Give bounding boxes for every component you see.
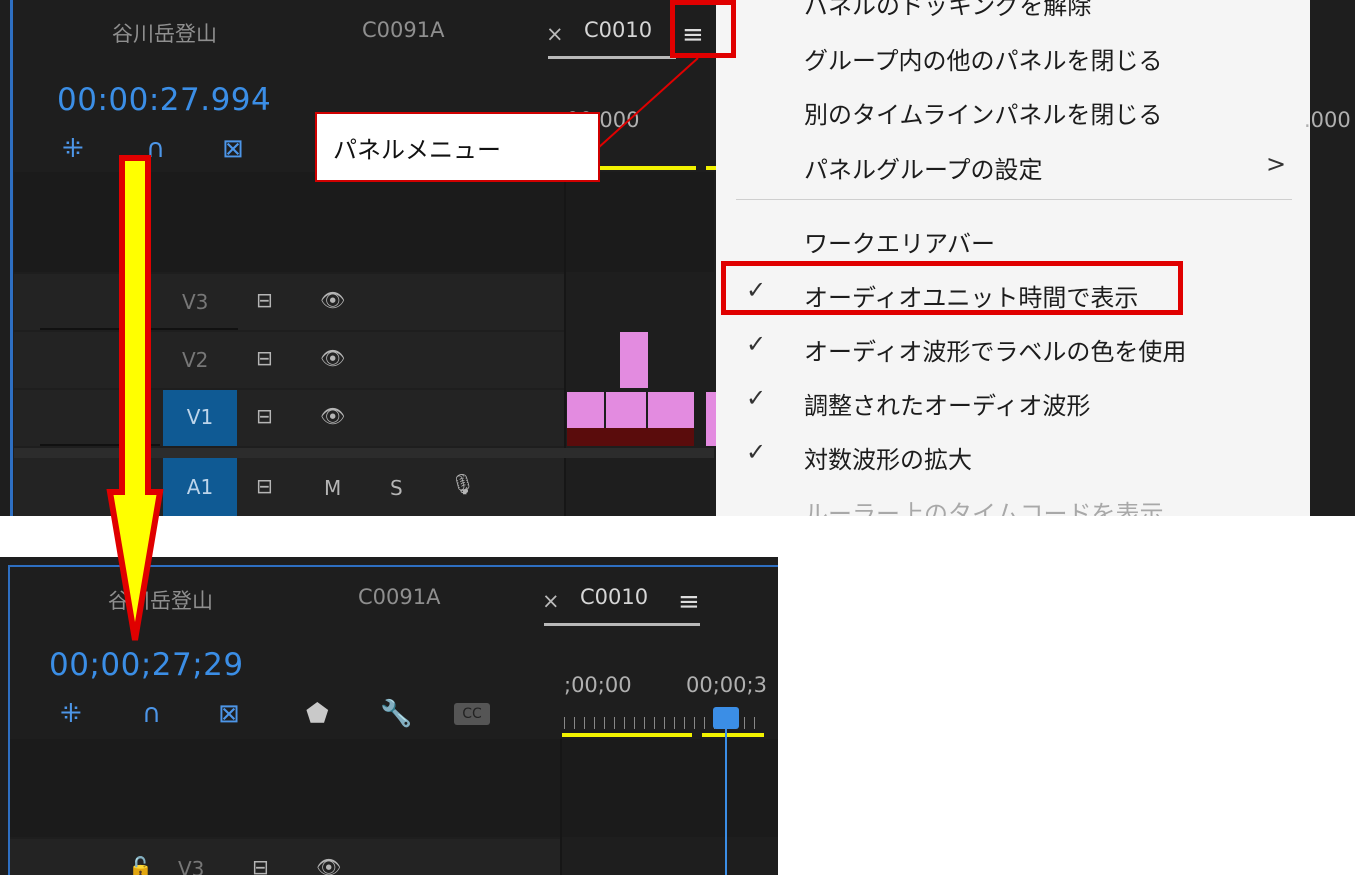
- down-arrow-annotation: [106, 155, 164, 641]
